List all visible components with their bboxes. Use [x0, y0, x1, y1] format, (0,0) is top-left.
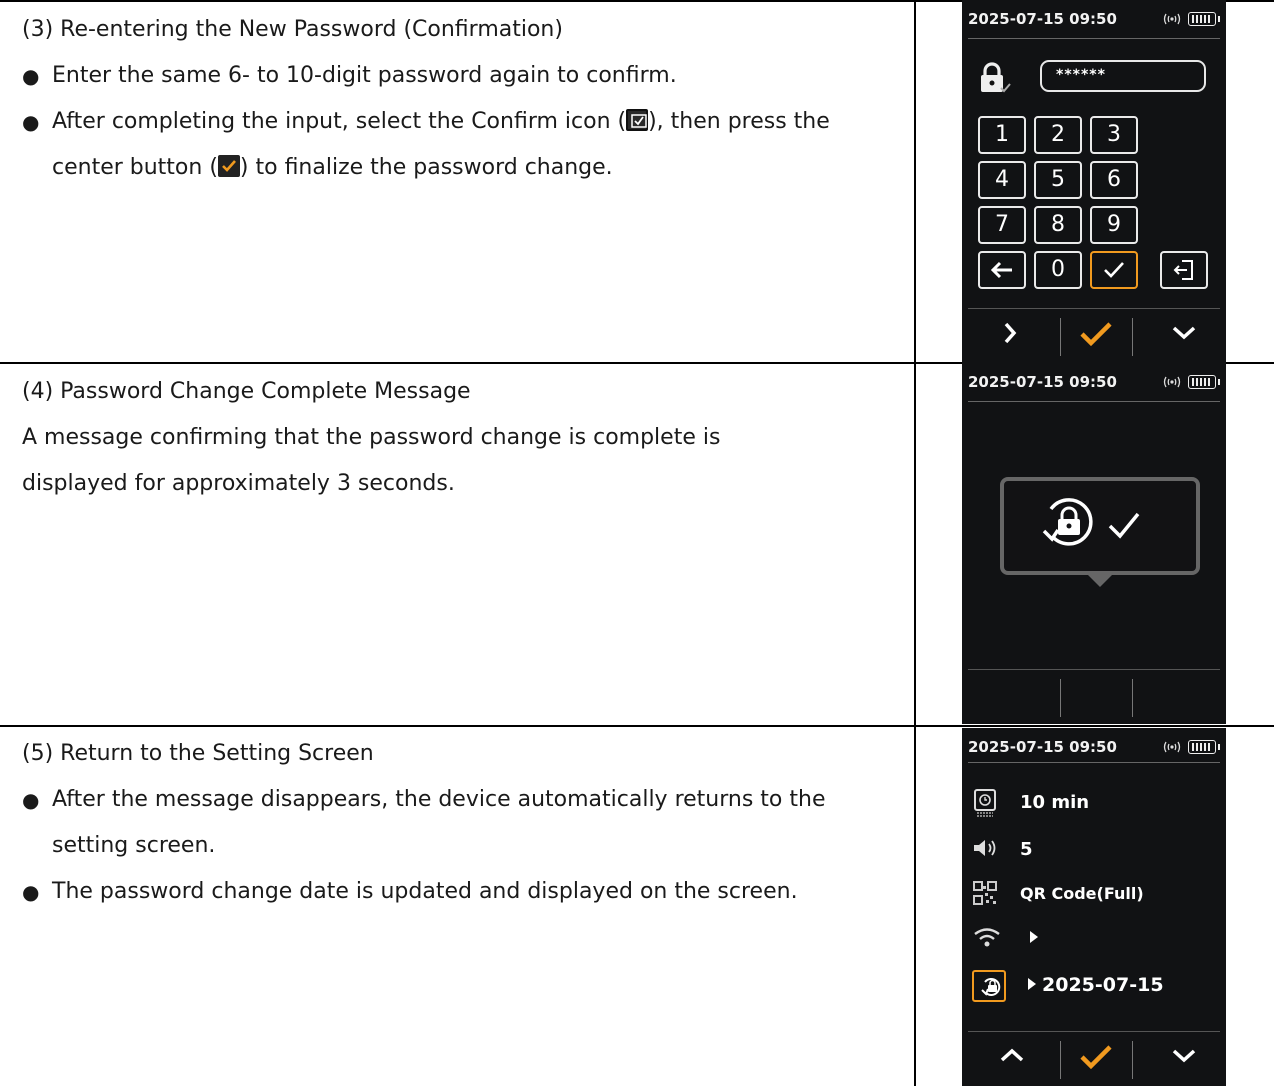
bullet-item: After completing the input, select the C… — [22, 99, 902, 191]
exit-key[interactable] — [1160, 251, 1208, 289]
down-button[interactable] — [1164, 320, 1204, 350]
table-column-border — [914, 0, 916, 1086]
orange-check-icon — [1080, 1045, 1112, 1070]
chevron-up-icon — [1000, 1048, 1024, 1062]
lock-rotate-icon — [972, 970, 1006, 1002]
key-8[interactable]: 8 — [1034, 206, 1082, 244]
navbar-line — [968, 308, 1220, 309]
key-3[interactable]: 3 — [1090, 116, 1138, 154]
bullet-text: After completing the input, select the C… — [52, 109, 627, 134]
signal-icon — [1163, 12, 1181, 30]
bullet-item: After the message disappears, the device… — [22, 777, 902, 869]
bullet-item: The password change date is updated and … — [22, 869, 902, 915]
timer-icon — [972, 788, 1002, 818]
key-6[interactable]: 6 — [1090, 161, 1138, 199]
navbar-divider — [1060, 679, 1061, 717]
password-date: 2025-07-15 — [1042, 974, 1164, 996]
complete-dialog — [1000, 477, 1200, 575]
chevron-down-icon — [1172, 326, 1196, 340]
navbar-divider — [1132, 1041, 1133, 1079]
section-heading: (4) Password Change Complete Message — [22, 379, 471, 404]
battery-icon — [1188, 740, 1220, 754]
chevron-right-icon — [1004, 322, 1017, 344]
password-field[interactable]: ****** — [1040, 60, 1206, 92]
confirm-key[interactable] — [1090, 251, 1138, 289]
battery-icon — [1188, 12, 1220, 26]
section-4-text: (4) Password Change Complete Message A m… — [22, 369, 902, 507]
up-button[interactable] — [992, 1043, 1032, 1073]
section-heading: (3) Re-entering the New Password (Confir… — [22, 17, 563, 42]
key-5[interactable]: 5 — [1034, 161, 1082, 199]
signal-icon — [1163, 740, 1181, 758]
chevron-down-icon — [1172, 1049, 1196, 1063]
device-screen-settings: 2025-07-15 09:50 10 min 5 QR Code(Full) — [962, 728, 1226, 1086]
lock-rotate-icon — [1042, 498, 1093, 546]
status-time: 2025-07-15 09:50 — [968, 738, 1117, 756]
status-bar: 2025-07-15 09:50 — [968, 373, 1220, 395]
qr-value: QR Code(Full) — [1020, 884, 1144, 903]
key-1[interactable]: 1 — [978, 116, 1026, 154]
orange-check-icon — [1080, 322, 1112, 347]
navbar-divider — [1060, 1041, 1061, 1079]
status-bar: 2025-07-15 09:50 — [968, 10, 1220, 32]
qr-icon — [972, 880, 1002, 910]
check-icon — [1104, 262, 1124, 278]
navbar-divider — [1060, 318, 1061, 356]
device-screen-password-confirm: 2025-07-15 09:50 ****** 1 2 3 4 5 6 7 8 … — [962, 0, 1226, 363]
navbar-line — [968, 1031, 1220, 1032]
password-arrow-icon — [1026, 976, 1038, 997]
backspace-key[interactable] — [978, 251, 1026, 289]
ok-button[interactable] — [1076, 1043, 1116, 1073]
bullet-text: ) to finalize the password change. — [239, 155, 613, 180]
down-button[interactable] — [1164, 1043, 1204, 1073]
section-5-text: (5) Return to the Setting Screen After t… — [22, 731, 902, 915]
navbar-line — [968, 669, 1220, 670]
right-button[interactable] — [990, 320, 1030, 350]
status-separator — [968, 762, 1220, 763]
bullet-item: Enter the same 6- to 10-digit password a… — [22, 53, 902, 99]
soft-key-bar — [968, 669, 1220, 721]
key-2[interactable]: 2 — [1034, 116, 1082, 154]
soft-key-bar — [968, 308, 1220, 360]
wifi-arrow-icon — [1028, 929, 1040, 950]
navbar-divider — [1132, 318, 1133, 356]
volume-value: 5 — [1020, 839, 1033, 860]
key-0[interactable]: 0 — [1034, 251, 1082, 289]
backspace-icon — [990, 261, 1012, 279]
key-9[interactable]: 9 — [1090, 206, 1138, 244]
battery-icon — [1188, 375, 1220, 389]
section-heading: (5) Return to the Setting Screen — [22, 741, 374, 766]
lock-check-icon — [978, 62, 1014, 98]
check-box-icon — [626, 109, 649, 131]
orange-check-icon — [217, 155, 240, 177]
status-separator — [968, 38, 1220, 39]
ok-button[interactable] — [1076, 320, 1116, 350]
timer-value: 10 min — [1020, 792, 1090, 813]
status-separator — [968, 401, 1220, 402]
status-time: 2025-07-15 09:50 — [968, 373, 1117, 391]
dialog-tail — [1086, 573, 1114, 587]
wifi-icon — [972, 926, 1002, 956]
check-icon — [1108, 512, 1140, 539]
key-7[interactable]: 7 — [978, 206, 1026, 244]
speaker-icon — [972, 836, 1002, 866]
section-body: A message confirming that the password c… — [22, 425, 721, 496]
table-row-border — [0, 725, 1274, 727]
exit-icon — [1173, 260, 1193, 280]
section-3-text: (3) Re-entering the New Password (Confir… — [22, 7, 902, 191]
key-4[interactable]: 4 — [978, 161, 1026, 199]
device-screen-change-complete: 2025-07-15 09:50 — [962, 363, 1226, 724]
soft-key-bar — [968, 1031, 1220, 1083]
signal-icon — [1163, 375, 1181, 393]
status-time: 2025-07-15 09:50 — [968, 10, 1117, 28]
navbar-divider — [1132, 679, 1133, 717]
status-bar: 2025-07-15 09:50 — [968, 738, 1220, 760]
